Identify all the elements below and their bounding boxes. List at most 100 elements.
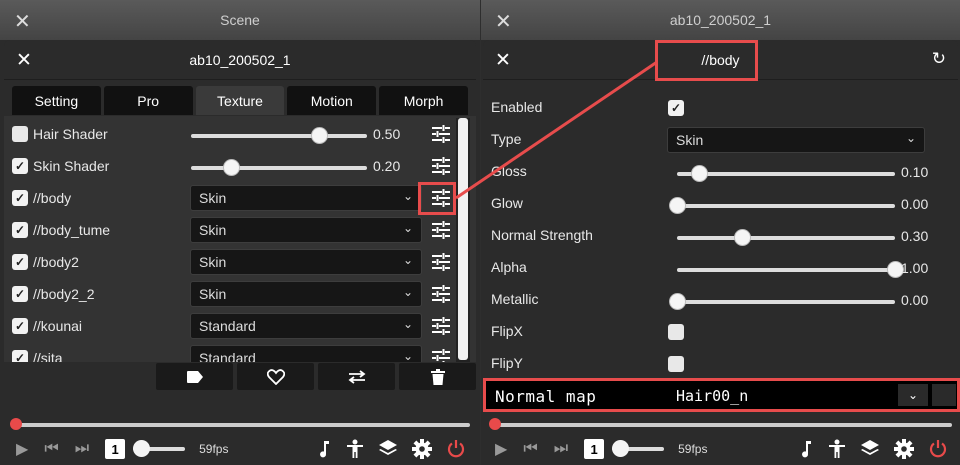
close-icon[interactable]: ✕ <box>14 9 31 34</box>
tune-button[interactable] <box>432 317 452 337</box>
property-slider[interactable] <box>677 165 895 182</box>
play-icon[interactable]: ▶ <box>16 439 28 459</box>
select-value: Skin <box>199 190 227 206</box>
property-slider[interactable] <box>669 197 895 214</box>
chevron-down-icon[interactable]: ⌄ <box>898 384 928 406</box>
material-name: //body <box>33 190 72 206</box>
shader-select[interactable]: Skin ⌄ <box>190 217 422 243</box>
skip-back-icon[interactable]: ⏮ <box>523 440 537 458</box>
scrollbar-thumb[interactable] <box>458 118 468 360</box>
property-checkbox[interactable] <box>668 356 684 372</box>
shader-slider[interactable] <box>191 127 367 144</box>
tune-icon <box>432 285 450 303</box>
timeline-playhead[interactable] <box>10 418 22 430</box>
frame-number[interactable]: 1 <box>105 439 126 459</box>
skip-forward-icon[interactable]: ⏭ <box>75 440 89 458</box>
close-icon[interactable]: ✕ <box>495 49 511 72</box>
speed-slider-knob[interactable] <box>133 440 151 457</box>
property-label: Normal Strength <box>491 227 593 243</box>
normal-map-row[interactable]: Normal map Hair00_n ⌄ <box>483 378 960 412</box>
property-row: Gloss 0.10 <box>491 156 950 188</box>
power-icon[interactable] <box>928 439 948 459</box>
shader-select[interactable]: Skin ⌄ <box>190 185 422 211</box>
shader-select[interactable]: Skin ⌄ <box>190 281 422 307</box>
property-slider[interactable] <box>669 293 895 310</box>
layers-icon[interactable] <box>378 439 398 459</box>
property-label: Alpha <box>491 259 527 275</box>
tab-setting[interactable]: Setting <box>12 86 101 115</box>
timeline-track[interactable] <box>489 418 952 430</box>
tab-pro[interactable]: Pro <box>103 86 193 115</box>
favorite-button[interactable] <box>237 363 314 390</box>
close-icon[interactable]: ✕ <box>16 49 32 72</box>
property-checkbox[interactable] <box>668 324 684 340</box>
skip-forward-icon[interactable]: ⏭ <box>554 440 568 458</box>
music-icon[interactable] <box>800 440 814 458</box>
timeline-track[interactable] <box>10 418 470 430</box>
music-icon[interactable] <box>318 440 332 458</box>
property-label: FlipY <box>491 355 523 371</box>
frame-number[interactable]: 1 <box>584 439 605 459</box>
refresh-icon[interactable]: ↻ <box>932 49 946 69</box>
enable-checkbox[interactable]: ✓ <box>12 318 28 334</box>
enable-checkbox[interactable]: ✓ <box>12 254 28 270</box>
tune-button[interactable] <box>432 349 452 362</box>
gear-icon[interactable] <box>412 439 432 459</box>
window-title: ab10_200502_1 <box>189 51 291 68</box>
tab-texture[interactable]: Texture <box>195 86 285 115</box>
enable-checkbox[interactable]: ✓ <box>12 350 28 362</box>
slider-knob[interactable] <box>669 197 686 214</box>
material-list: Hair Shader 0.50 ✓ Skin Shader 0.20 ✓ //body Sk… <box>4 116 476 362</box>
type-select[interactable]: Skin ⌄ <box>667 127 925 153</box>
slider-knob[interactable] <box>311 127 329 144</box>
tune-button[interactable] <box>432 221 452 241</box>
enable-checkbox[interactable]: ✓ <box>12 286 28 302</box>
tune-button[interactable] <box>432 125 452 145</box>
shader-slider[interactable] <box>191 159 367 176</box>
slider-value: 0.30 <box>901 228 929 244</box>
slider-value: 0.00 <box>901 196 929 212</box>
timeline-playhead[interactable] <box>489 418 501 430</box>
slider-knob[interactable] <box>734 229 752 246</box>
slider-knob[interactable] <box>669 293 686 310</box>
enable-checkbox[interactable]: ✓ <box>12 190 28 206</box>
gear-icon[interactable] <box>894 439 914 459</box>
tab-motion[interactable]: Motion <box>287 86 377 115</box>
tag-button[interactable] <box>156 363 233 390</box>
tune-button[interactable] <box>432 157 452 177</box>
play-icon[interactable]: ▶ <box>495 439 507 459</box>
close-icon[interactable]: ✕ <box>495 9 512 34</box>
enable-checkbox[interactable]: ✓ <box>12 222 28 238</box>
player-controls: ▶ ⏮ ⏭ 1 59fps <box>495 437 948 461</box>
tune-button[interactable] <box>432 285 452 305</box>
tab-morph[interactable]: Morph <box>379 86 468 115</box>
layers-icon[interactable] <box>860 439 880 459</box>
chevron-down-icon: ⌄ <box>402 221 413 235</box>
slider-knob[interactable] <box>223 159 241 176</box>
person-icon[interactable] <box>346 439 364 459</box>
speed-slider[interactable] <box>133 440 186 457</box>
property-slider[interactable] <box>677 261 904 278</box>
chevron-down-icon: ⌄ <box>402 349 413 362</box>
slider-knob[interactable] <box>690 165 708 182</box>
shader-select[interactable]: Standard ⌄ <box>190 345 422 362</box>
speed-slider-knob[interactable] <box>612 440 630 457</box>
tune-icon <box>432 221 450 239</box>
shader-select[interactable]: Skin ⌄ <box>190 249 422 275</box>
speed-slider[interactable] <box>612 440 665 457</box>
shader-select[interactable]: Standard ⌄ <box>190 313 422 339</box>
scene-title: Scene <box>220 12 260 28</box>
normal-map-value[interactable]: Hair00_n <box>676 387 748 405</box>
scrollbar[interactable] <box>456 118 470 362</box>
enable-checkbox[interactable] <box>12 126 28 142</box>
skip-back-icon[interactable]: ⏮ <box>44 440 58 458</box>
power-icon[interactable] <box>446 439 466 459</box>
enable-checkbox[interactable]: ✓ <box>12 158 28 174</box>
normal-map-extra-button[interactable] <box>932 384 956 406</box>
property-checkbox[interactable]: ✓ <box>668 100 684 116</box>
tune-button[interactable] <box>432 253 452 273</box>
delete-button[interactable] <box>399 363 476 390</box>
property-slider[interactable] <box>677 229 895 246</box>
person-icon[interactable] <box>828 439 846 459</box>
swap-button[interactable] <box>318 363 395 390</box>
